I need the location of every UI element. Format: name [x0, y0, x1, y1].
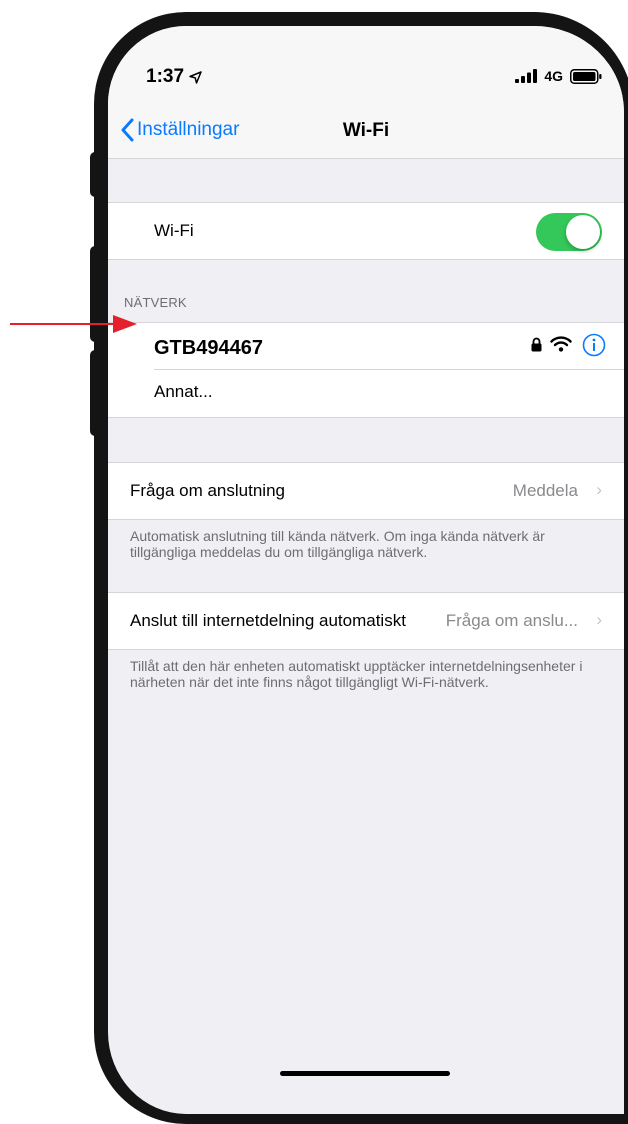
- page-title: Wi-Fi: [342, 120, 390, 141]
- status-bar: 1:37 4G: [108, 26, 624, 106]
- status-indicators: 4G: [515, 68, 602, 84]
- connected-network-name: GTB494467: [154, 337, 263, 359]
- location-arrow-icon: [189, 70, 202, 84]
- networks-group: GTB494467 Annat...: [108, 322, 624, 418]
- networks-section-header: NÄTVERK: [124, 295, 187, 310]
- carrier-label: 4G: [544, 68, 563, 84]
- wifi-toggle-label: Wi-Fi: [154, 221, 194, 240]
- phone-screen: 1:37 4G Inställningar Wi-Fi Wi-Fi NÄTVER…: [94, 12, 628, 1124]
- auto-hotspot-row[interactable]: Anslut till internetdelning automatiskt …: [108, 592, 624, 650]
- ask-to-join-footer: Automatisk anslutning till kända nätverk…: [130, 528, 545, 560]
- auto-hotspot-footer: Tillåt att den här enheten automatiskt u…: [130, 658, 583, 690]
- ask-to-join-value: Meddela: [512, 481, 578, 500]
- auto-hotspot-label: Anslut till internetdelning automatiskt: [130, 611, 406, 630]
- status-time-label: 1:37: [146, 66, 185, 87]
- annotation-arrow-head: [113, 315, 137, 333]
- ask-to-join-row[interactable]: Fråga om anslutning Meddela ›: [108, 462, 624, 520]
- info-icon[interactable]: [582, 333, 606, 357]
- wifi-toggle-switch[interactable]: [536, 213, 602, 251]
- lock-icon: [531, 337, 542, 352]
- connected-network-row[interactable]: GTB494467: [108, 323, 624, 369]
- other-network-label: Annat...: [154, 382, 213, 401]
- annotation-arrow-shaft: [10, 323, 115, 325]
- status-time: 1:37: [146, 66, 202, 88]
- chevron-right-icon: ›: [596, 480, 602, 499]
- home-indicator[interactable]: [280, 1071, 450, 1076]
- other-network-row[interactable]: Annat...: [108, 370, 624, 417]
- toggle-knob: [566, 215, 600, 249]
- ask-to-join-label: Fråga om anslutning: [130, 481, 285, 500]
- wifi-icon: [550, 336, 572, 352]
- chevron-right-icon: ›: [596, 610, 602, 629]
- battery-icon: [570, 68, 602, 84]
- navigation-bar: Inställningar Wi-Fi: [108, 106, 624, 159]
- signal-icon: [515, 69, 538, 83]
- wifi-toggle-cell: Wi-Fi: [108, 202, 624, 260]
- auto-hotspot-value: Fråga om anslu...: [445, 611, 578, 630]
